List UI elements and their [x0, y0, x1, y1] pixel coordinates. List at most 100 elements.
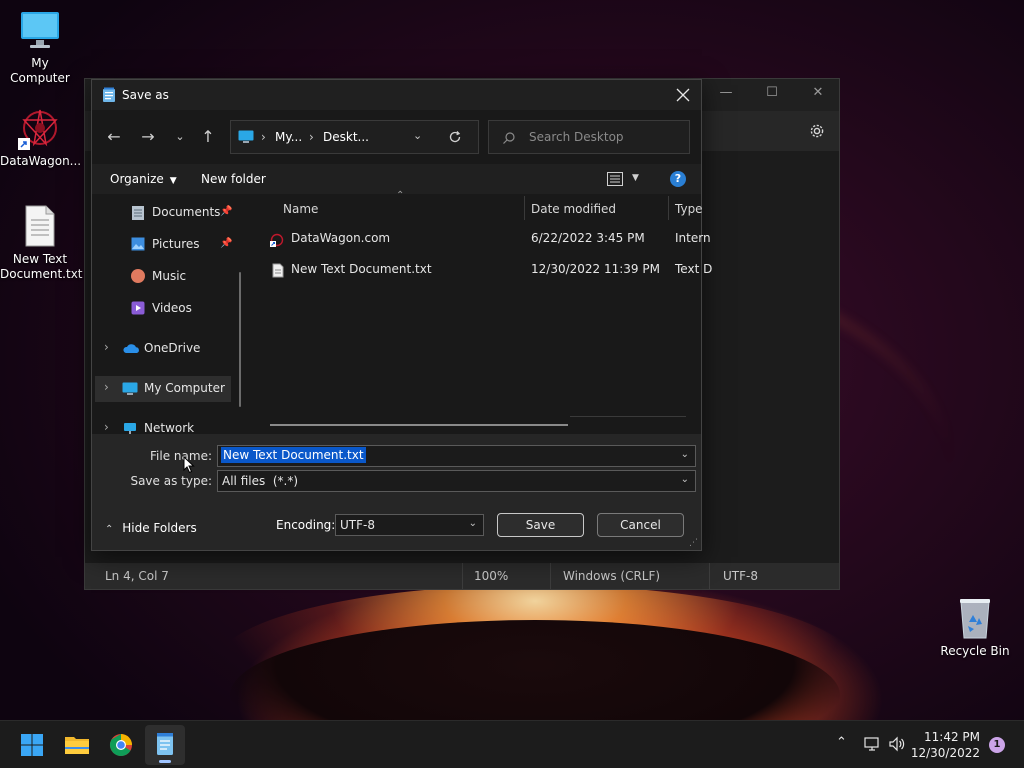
horizontal-scroll-track [570, 416, 686, 417]
chrome-button[interactable] [101, 725, 141, 765]
view-dropdown-icon[interactable]: ▼ [632, 173, 639, 183]
notification-badge[interactable]: 1 [989, 737, 1005, 753]
nav-item-music[interactable]: Music [95, 264, 231, 290]
new-folder-button[interactable]: New folder [201, 172, 266, 186]
organize-button[interactable]: Organize ▼ [110, 172, 177, 186]
status-zoom: 100% [474, 569, 509, 583]
recent-locations-chevron-icon[interactable]: ⌄ [170, 128, 190, 146]
hide-folders-button[interactable]: ⌃ Hide Folders [105, 521, 197, 535]
clock[interactable]: 11:42 PM 12/30/2022 [911, 729, 980, 761]
nav-item-my-computer[interactable]: › My Computer [95, 376, 231, 402]
computer-icon [122, 382, 138, 396]
cancel-button[interactable]: Cancel [597, 513, 684, 537]
nav-label: Documents [152, 205, 221, 219]
windows-logo-icon [21, 734, 43, 756]
start-button[interactable] [12, 725, 52, 765]
sort-ascending-icon: ⌃ [396, 190, 405, 201]
nav-item-onedrive[interactable]: › OneDrive [95, 336, 231, 362]
expand-chevron-icon[interactable]: › [104, 380, 109, 394]
status-position: Ln 4, Col 7 [105, 569, 169, 583]
datawagon-icon [18, 106, 62, 150]
breadcrumb-my-computer[interactable]: My... [275, 130, 302, 144]
nav-item-network[interactable]: › Network [95, 416, 231, 434]
desktop-icon-label: New Text Document.txt [0, 252, 83, 281]
expand-chevron-icon[interactable]: › [104, 340, 109, 354]
status-line-endings: Windows (CRLF) [563, 569, 661, 583]
back-arrow-icon[interactable]: ← [104, 128, 124, 146]
text-file-icon [22, 204, 58, 248]
maximize-icon[interactable]: ☐ [749, 85, 795, 105]
nav-label: My Computer [144, 381, 225, 395]
music-icon [131, 269, 145, 283]
up-arrow-icon[interactable]: ↑ [198, 128, 218, 146]
chevron-down-icon[interactable]: ⌄ [681, 474, 689, 485]
status-encoding: UTF-8 [723, 569, 758, 583]
search-input[interactable]: Search Desktop [488, 120, 690, 154]
column-divider[interactable] [668, 196, 669, 220]
nav-label: OneDrive [144, 341, 201, 355]
column-header-type[interactable]: Type [675, 202, 703, 216]
save-as-type-select[interactable]: All files (*.*) ⌄ [217, 470, 696, 492]
recycle-bin-icon [955, 596, 995, 640]
close-icon[interactable] [673, 85, 693, 105]
file-row[interactable]: New Text Document.txt 12/30/2022 11:39 P… [262, 257, 712, 283]
chevron-down-icon[interactable]: ⌄ [681, 449, 689, 460]
view-options-icon[interactable] [607, 172, 623, 186]
onedrive-icon [122, 343, 140, 354]
hide-folders-label: Hide Folders [122, 521, 197, 535]
refresh-icon[interactable] [448, 130, 462, 144]
nav-item-videos[interactable]: Videos [95, 296, 231, 322]
column-header-date-modified[interactable]: Date modified [531, 202, 616, 216]
desktop-icon-my-computer[interactable]: My Computer [0, 8, 80, 86]
expand-chevron-icon[interactable]: › [104, 420, 109, 434]
notepad-taskbar-button[interactable] [145, 725, 185, 765]
pictures-icon [131, 237, 145, 251]
file-explorer-button[interactable] [57, 725, 97, 765]
nav-pane-scrollbar[interactable] [239, 272, 241, 407]
encoding-select[interactable]: UTF-8 ⌄ [335, 514, 484, 536]
breadcrumb-desktop[interactable]: Deskt... [323, 130, 369, 144]
chevron-down-icon[interactable]: ⌄ [469, 518, 477, 529]
monitor-icon [18, 8, 62, 52]
save-button[interactable]: Save [497, 513, 584, 537]
clock-date: 12/30/2022 [910, 746, 980, 760]
taskbar: ⌃ 11:42 PM 12/30/2022 1 [0, 720, 1024, 768]
minimize-icon[interactable]: — [703, 85, 749, 105]
desktop-icon-datawagon[interactable]: DataWagon... [0, 106, 82, 169]
dialog-titlebar: Save as [92, 80, 701, 110]
volume-icon[interactable] [888, 736, 906, 752]
column-divider[interactable] [524, 196, 525, 220]
desktop-icon-label: DataWagon... [0, 154, 82, 168]
chevron-up-icon: ⌃ [105, 524, 114, 535]
address-bar[interactable]: › My... › Deskt... ⌄ [230, 120, 479, 154]
network-tray-icon[interactable] [864, 737, 880, 751]
help-icon[interactable]: ? [670, 171, 686, 187]
pin-icon: 📌 [220, 238, 233, 249]
chevron-up-icon[interactable]: ⌃ [836, 735, 847, 750]
notepad-icon [157, 733, 173, 755]
forward-arrow-icon[interactable]: → [138, 128, 158, 146]
gear-icon[interactable] [809, 123, 825, 139]
file-name-label: File name: [150, 449, 212, 463]
file-name: New Text Document.txt [291, 262, 432, 276]
address-dropdown-icon[interactable]: ⌄ [413, 129, 422, 142]
organize-label: Organize [110, 172, 164, 186]
close-icon[interactable]: ✕ [795, 85, 841, 105]
desktop-icon-text-document[interactable]: New Text Document.txt [0, 204, 83, 282]
column-header-name[interactable]: Name [283, 202, 318, 216]
resize-grip-icon[interactable]: ⋰ [689, 538, 698, 548]
encoding-value: UTF-8 [340, 518, 375, 532]
file-row[interactable]: DataWagon.com 6/22/2022 3:45 PM Intern [262, 226, 711, 252]
save-as-type-value: All files (*.*) [222, 474, 299, 488]
file-name: DataWagon.com [291, 231, 391, 245]
dialog-title: Save as [122, 88, 169, 102]
desktop-icon-recycle-bin[interactable]: Recycle Bin [935, 596, 1015, 659]
status-divider [709, 563, 710, 589]
nav-item-pictures[interactable]: Pictures 📌 [95, 232, 233, 258]
file-name-field[interactable]: New Text Document.txt ⌄ [217, 445, 696, 467]
notepad-statusbar: Ln 4, Col 7 100% Windows (CRLF) UTF-8 [85, 563, 839, 589]
mouse-cursor-icon [183, 455, 195, 474]
dialog-footer: File name: New Text Document.txt ⌄ Save … [92, 434, 701, 550]
horizontal-scrollbar[interactable] [270, 424, 568, 426]
nav-item-documents[interactable]: Documents 📌 [95, 200, 232, 226]
